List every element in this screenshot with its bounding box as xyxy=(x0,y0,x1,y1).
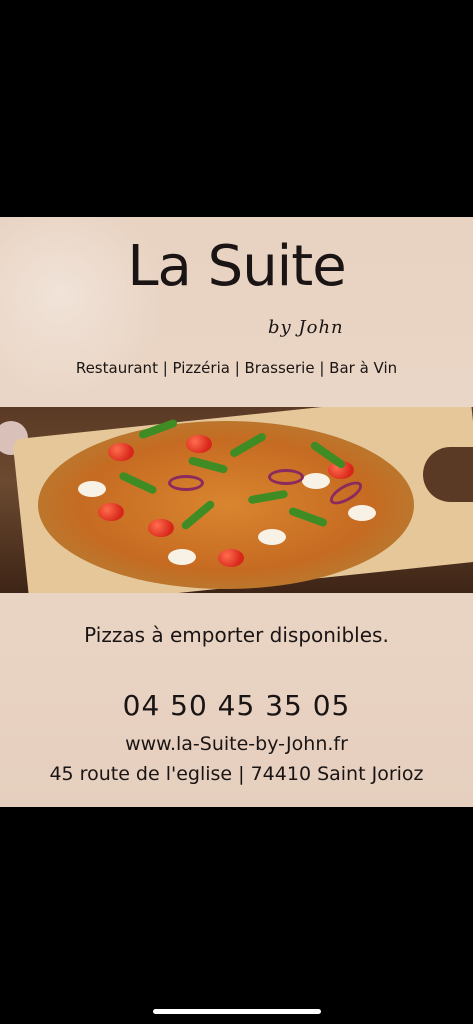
arugula xyxy=(247,489,289,505)
website-url: www.la-Suite-by-John.fr xyxy=(125,733,348,755)
arugula xyxy=(137,418,179,440)
phone-number: 04 50 45 35 05 xyxy=(122,689,351,722)
tomato-slice xyxy=(148,519,174,537)
mozzarella xyxy=(258,529,286,545)
pizza-photo xyxy=(0,407,473,593)
restaurant-subtitle: by John xyxy=(268,317,344,338)
tomato-slice xyxy=(218,549,244,567)
mozzarella xyxy=(348,505,376,521)
home-indicator[interactable] xyxy=(153,1009,321,1014)
flyer-image: La Suite by John Restaurant | Pizzéria |… xyxy=(0,217,473,807)
mozzarella xyxy=(78,481,106,497)
restaurant-title: La Suite xyxy=(127,234,346,299)
red-onion xyxy=(168,475,204,491)
arugula xyxy=(118,470,158,496)
pizza xyxy=(38,418,414,589)
arugula xyxy=(287,506,329,528)
arugula xyxy=(228,431,268,459)
arugula xyxy=(309,440,347,470)
mozzarella xyxy=(302,473,330,489)
address-line: 45 route de l'eglise | 74410 Saint Jorio… xyxy=(49,763,424,785)
arugula xyxy=(180,499,216,531)
tomato-slice xyxy=(98,503,124,521)
mozzarella xyxy=(168,549,196,565)
tomato-slice xyxy=(108,443,134,461)
peel-handle-hole xyxy=(423,447,473,502)
red-onion xyxy=(268,469,304,485)
tomato-slice xyxy=(186,435,212,453)
takeaway-tagline: Pizzas à emporter disponibles. xyxy=(84,623,389,647)
services-line: Restaurant | Pizzéria | Brasserie | Bar … xyxy=(75,359,398,377)
arugula xyxy=(187,455,229,475)
